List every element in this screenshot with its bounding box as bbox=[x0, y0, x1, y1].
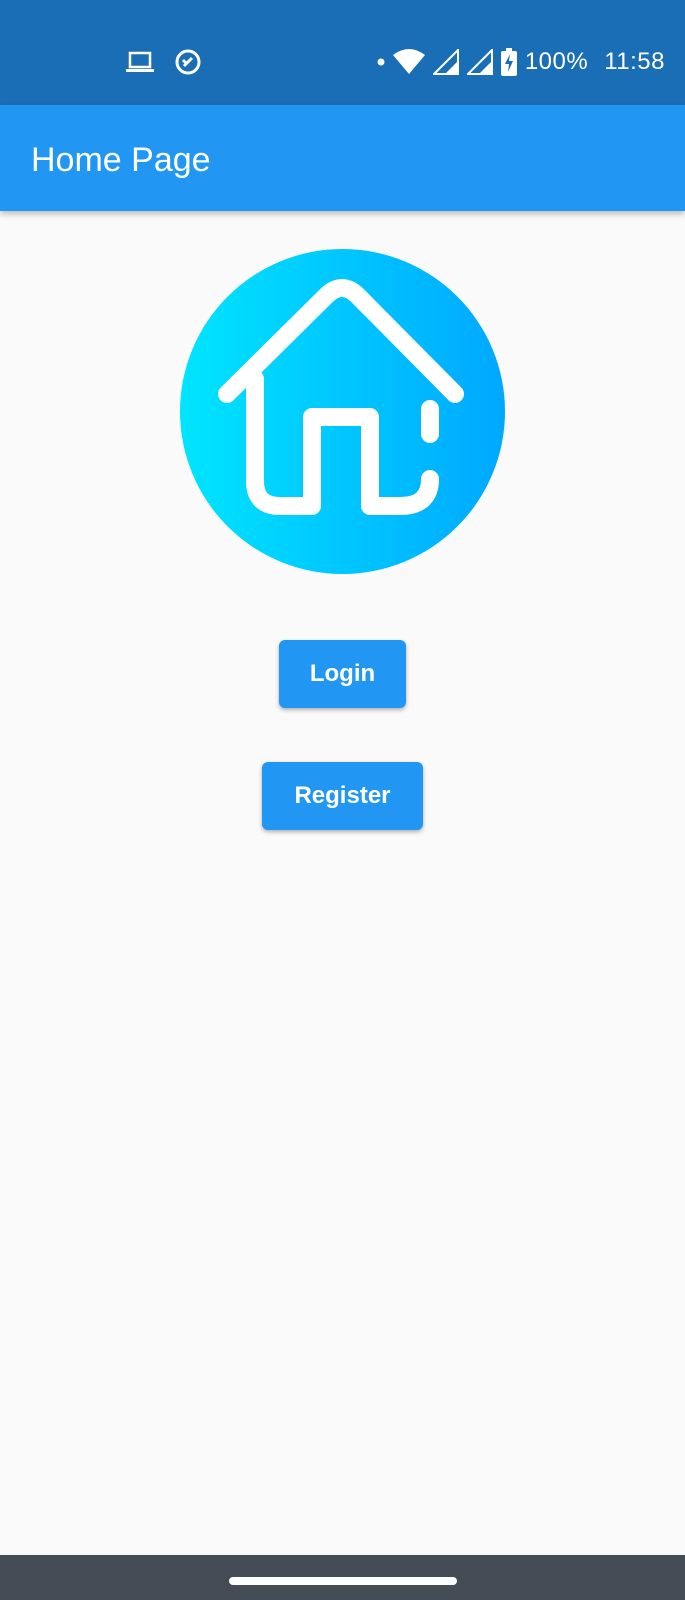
house-icon bbox=[180, 249, 505, 574]
battery-percentage: 100% bbox=[524, 48, 589, 75]
status-bar: 100% 11:58 bbox=[0, 0, 685, 105]
clock: 11:58 bbox=[604, 48, 665, 75]
house-logo bbox=[180, 249, 505, 574]
signal-icon bbox=[466, 49, 493, 75]
navigation-bar bbox=[0, 1555, 685, 1600]
do-not-disturb-icon bbox=[174, 48, 202, 76]
login-button[interactable]: Login bbox=[279, 640, 406, 708]
app-bar: Home Page bbox=[0, 105, 685, 211]
dot-icon bbox=[377, 58, 385, 66]
wifi-icon bbox=[392, 49, 425, 75]
register-button[interactable]: Register bbox=[262, 762, 423, 830]
status-left-icons bbox=[126, 44, 202, 80]
laptop-icon bbox=[126, 51, 154, 73]
signal-icon bbox=[432, 49, 459, 75]
home-gesture-handle[interactable] bbox=[229, 1577, 457, 1585]
status-right-icons: 100% 11:58 bbox=[377, 44, 665, 80]
battery-charging-icon bbox=[500, 48, 517, 76]
page-title: Home Page bbox=[31, 141, 211, 179]
